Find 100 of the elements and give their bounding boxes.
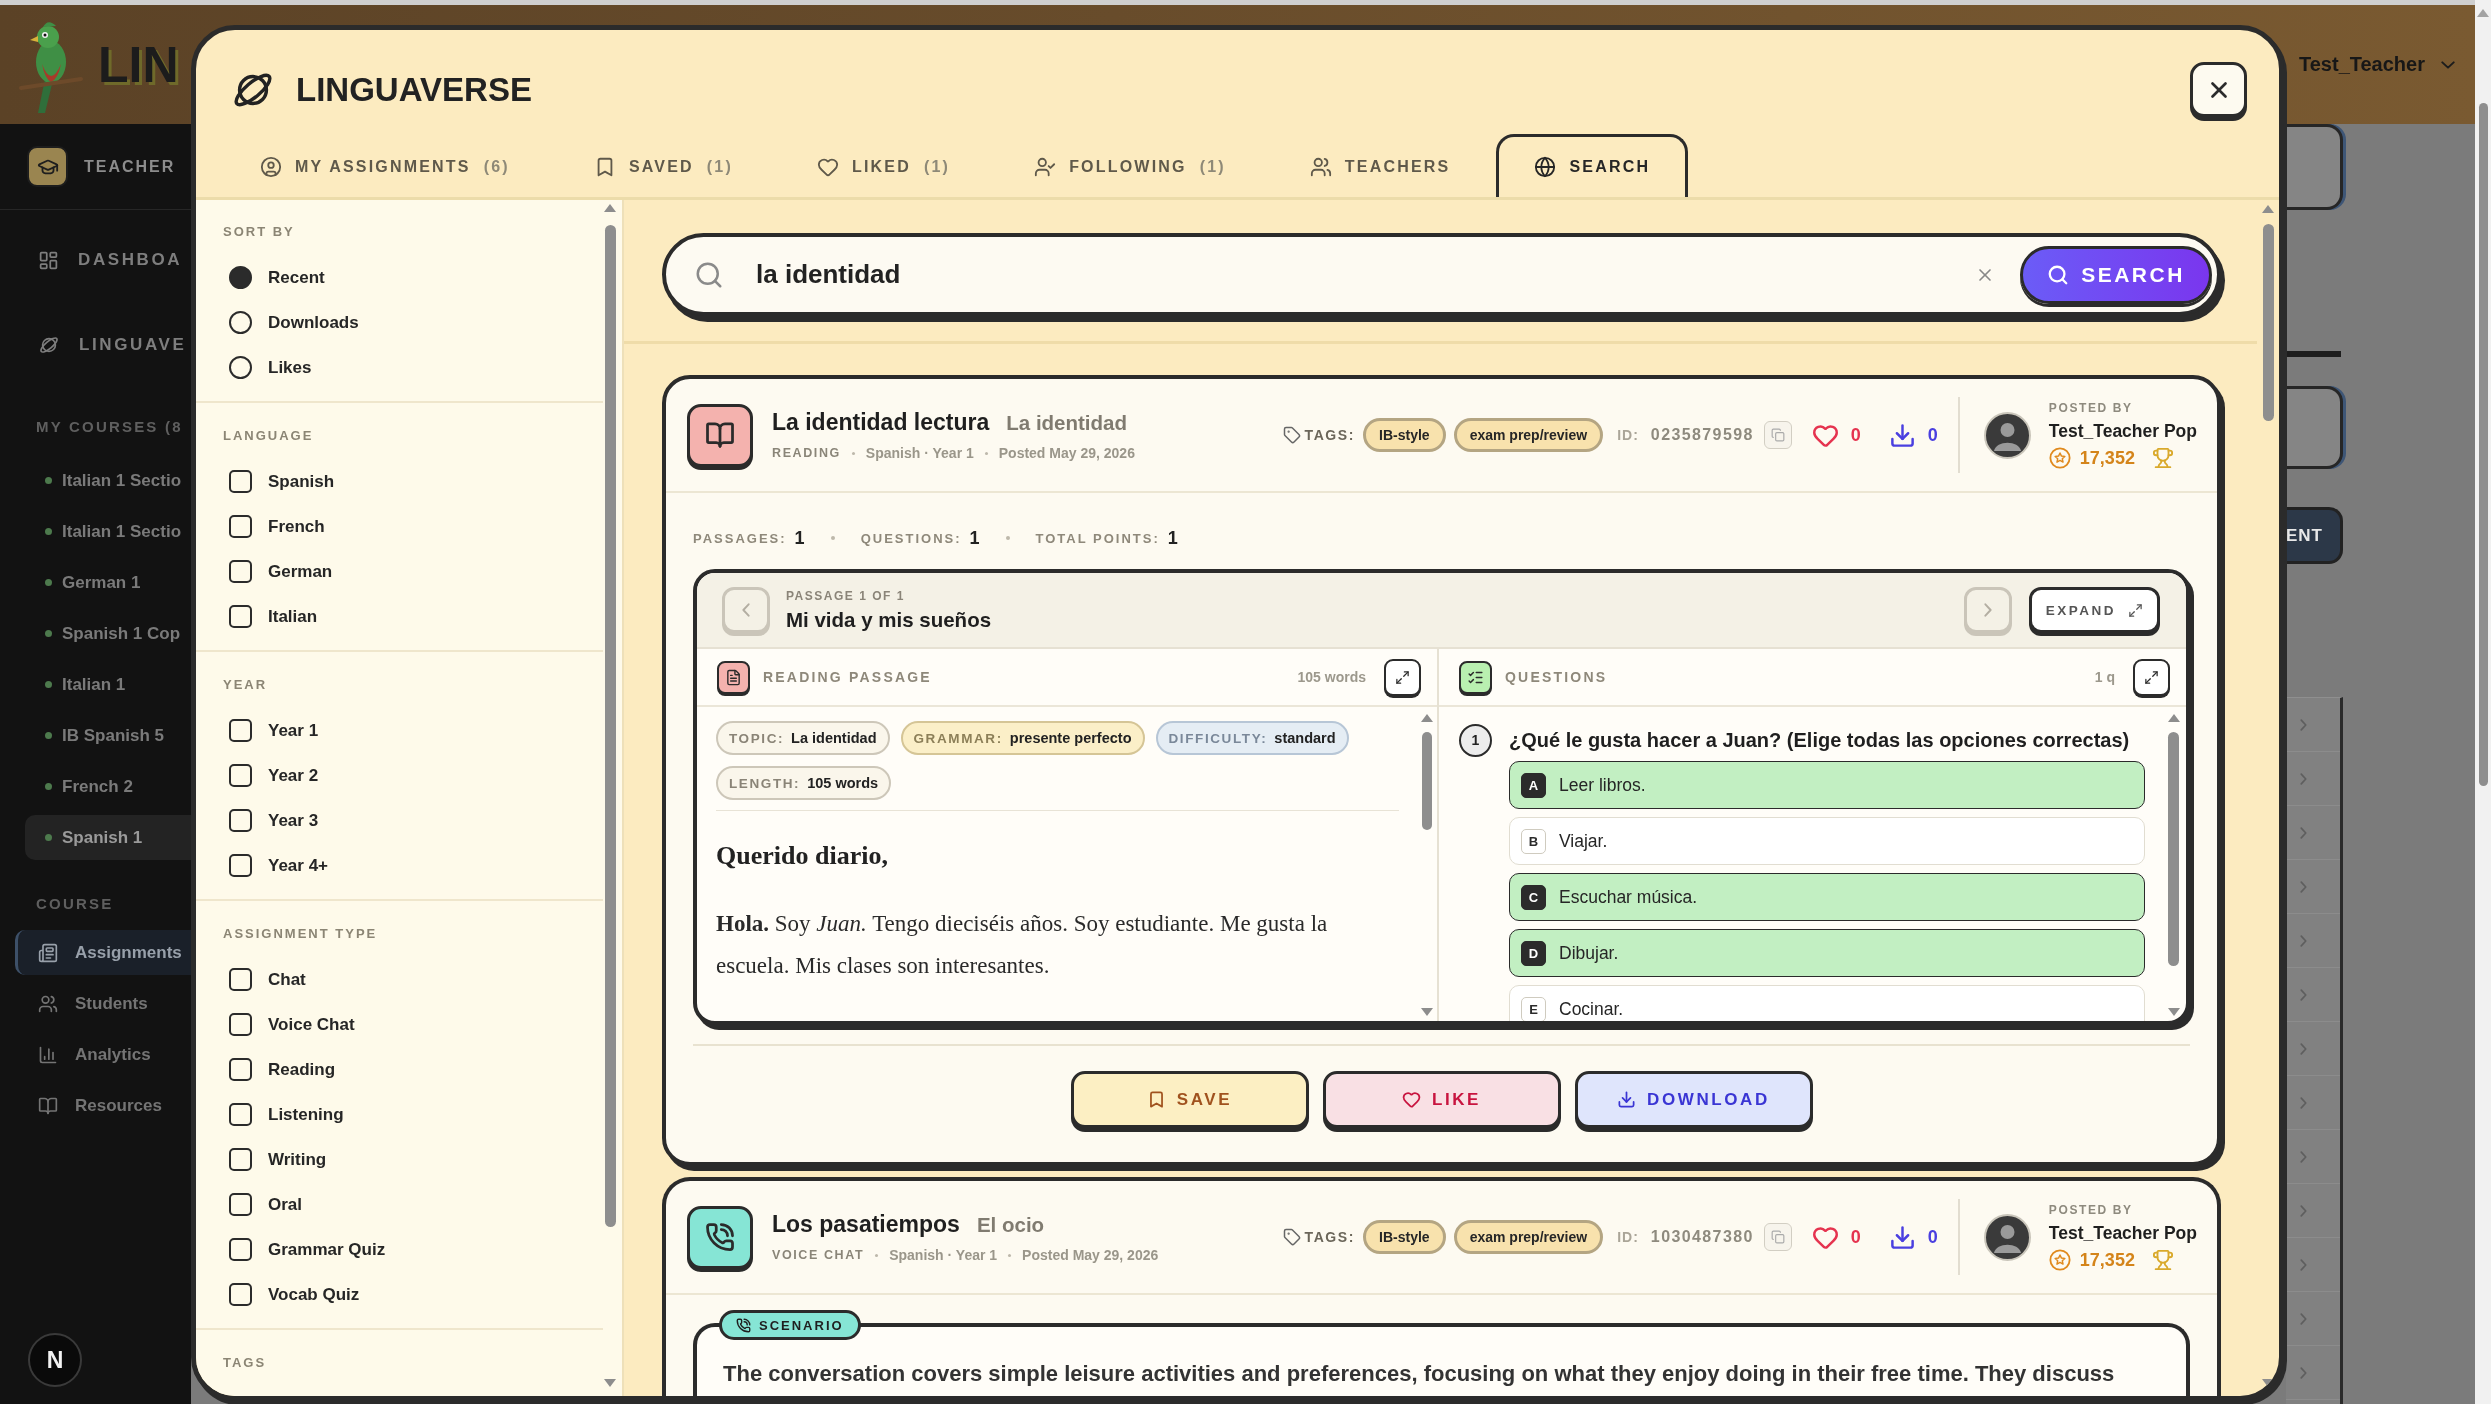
author-name[interactable]: Test_Teacher Pop <box>2048 1223 2197 1244</box>
expand-button[interactable]: EXPAND <box>2028 587 2160 633</box>
checkbox[interactable] <box>229 1058 252 1081</box>
filter-option-label[interactable]: Grammar Quiz <box>268 1239 386 1260</box>
checkbox[interactable] <box>229 560 252 583</box>
chevron-right-icon[interactable] <box>2300 772 2307 785</box>
course-item[interactable]: Italian 1 Sectio <box>25 509 191 554</box>
chevron-right-icon[interactable] <box>2300 1096 2307 1109</box>
chevron-right-icon[interactable] <box>2300 1258 2307 1271</box>
copy-button[interactable] <box>1763 1223 1792 1251</box>
course-item[interactable]: German 1 <box>25 560 191 605</box>
chevron-right-icon[interactable] <box>2300 826 2307 839</box>
course-item[interactable]: Italian 1 Sectio <box>25 458 191 503</box>
filter-option-label[interactable]: Italian <box>268 606 318 627</box>
checkbox[interactable] <box>229 764 252 787</box>
action-button[interactable]: ENT <box>2286 507 2343 564</box>
chevron-right-icon[interactable] <box>2300 1204 2307 1217</box>
avatar[interactable] <box>1983 1213 2031 1261</box>
radio-button[interactable] <box>229 356 252 379</box>
checkbox[interactable] <box>229 854 252 877</box>
chevron-right-icon[interactable] <box>2300 1366 2307 1379</box>
assignment-title[interactable]: Los pasatiempos <box>772 1211 960 1238</box>
search-input[interactable]: la identidad <box>756 259 1975 290</box>
nav-item[interactable]: DASHBOA <box>0 235 191 285</box>
scroll-up-icon[interactable] <box>2262 205 2274 213</box>
tab[interactable]: FOLLOWING (1) <box>996 134 1264 197</box>
chevron-right-icon[interactable] <box>2300 1150 2307 1163</box>
filter-option-label[interactable]: Voice Chat <box>268 1014 355 1035</box>
chevron-right-icon[interactable] <box>2300 1042 2307 1055</box>
tab[interactable]: SEARCH <box>1496 134 1689 197</box>
checkbox[interactable] <box>229 515 252 538</box>
scroll-up-icon[interactable] <box>2477 9 2489 17</box>
search-button[interactable]: SEARCH <box>2020 245 2212 304</box>
course-item[interactable]: Italian 1 <box>25 662 191 707</box>
scroll-up-icon[interactable] <box>1421 714 1433 722</box>
tab[interactable]: LIKED (1) <box>778 134 989 197</box>
expand-button[interactable] <box>2133 658 2170 696</box>
expand-button[interactable] <box>1384 658 1421 696</box>
chevron-right-icon[interactable] <box>2300 718 2307 731</box>
checkbox[interactable] <box>229 968 252 991</box>
tab[interactable]: SAVED (1) <box>555 134 771 197</box>
filter-option-label[interactable]: Chat <box>268 969 306 990</box>
radio-button[interactable] <box>229 266 252 289</box>
copy-button[interactable] <box>1763 421 1792 449</box>
scrollbar-thumb[interactable] <box>2168 732 2179 966</box>
author-name[interactable]: Test_Teacher Pop <box>2048 421 2197 442</box>
filter-option-label[interactable]: Year 4+ <box>268 855 329 876</box>
radio-button[interactable] <box>229 311 252 334</box>
filter-option-label[interactable]: Year 3 <box>268 810 319 831</box>
filter-option-label[interactable]: Likes <box>268 357 312 378</box>
checkbox[interactable] <box>229 1103 252 1126</box>
checkbox[interactable] <box>229 1283 252 1306</box>
filter-option-label[interactable]: Recent <box>268 267 325 288</box>
filter-option-label[interactable]: Vocab Quiz <box>268 1284 360 1305</box>
course-nav-item[interactable]: Resources <box>15 1083 191 1128</box>
checkbox[interactable] <box>229 809 252 832</box>
avatar[interactable] <box>1983 411 2031 459</box>
scrollbar-thumb[interactable] <box>604 225 616 1227</box>
chevron-right-icon[interactable] <box>2300 1312 2307 1325</box>
filter-option-label[interactable]: Downloads <box>268 312 359 333</box>
course-item[interactable]: Spanish 1 Cop <box>25 611 191 656</box>
chevron-right-icon[interactable] <box>2300 880 2307 893</box>
scroll-up-icon[interactable] <box>2167 714 2180 722</box>
filter-option-label[interactable]: Reading <box>268 1059 336 1080</box>
checkbox[interactable] <box>229 605 252 628</box>
checkbox[interactable] <box>229 1238 252 1261</box>
scroll-down-icon[interactable] <box>2262 1379 2274 1387</box>
tag-chip[interactable]: IB-style <box>1363 1220 1446 1254</box>
checkbox[interactable] <box>229 1013 252 1036</box>
course-nav-item[interactable]: Analytics <box>15 1032 191 1077</box>
scrollbar-thumb[interactable] <box>1422 732 1432 830</box>
tab[interactable]: TEACHERS <box>1271 134 1489 197</box>
download-icon[interactable] <box>1888 1223 1916 1251</box>
filter-option-label[interactable]: Writing <box>268 1149 327 1170</box>
filter-option-label[interactable]: Year 2 <box>268 765 319 786</box>
filter-option-label[interactable]: Oral <box>268 1194 303 1215</box>
tag-chip[interactable]: IB-style <box>1363 418 1446 452</box>
course-item[interactable]: French 2 <box>25 764 191 809</box>
course-item[interactable]: Spanish 1 <box>25 815 191 860</box>
scrollbar-thumb[interactable] <box>2478 103 2488 786</box>
chevron-right-icon[interactable] <box>2300 988 2307 1001</box>
filter-option-label[interactable]: Listening <box>268 1104 344 1125</box>
filter-option-label[interactable]: Year 1 <box>268 720 319 741</box>
checkbox[interactable] <box>229 1148 252 1171</box>
nav-item[interactable]: LINGUAVE <box>0 320 191 370</box>
checkbox[interactable] <box>229 1193 252 1216</box>
course-item[interactable]: IB Spanish 5 <box>25 713 191 758</box>
course-nav-item[interactable]: Assignments <box>15 930 191 975</box>
filter-option-label[interactable]: French <box>268 516 325 537</box>
tab[interactable]: MY ASSIGNMENTS (6) <box>222 134 548 197</box>
checkbox[interactable] <box>229 470 252 493</box>
checkbox[interactable] <box>229 719 252 742</box>
chevron-right-icon[interactable] <box>2300 934 2307 947</box>
filter-option-label[interactable]: German <box>268 561 333 582</box>
tag-chip[interactable]: exam prep/review <box>1453 418 1604 452</box>
initial-badge[interactable]: N <box>28 1333 82 1387</box>
assignment-title[interactable]: La identidad lectura <box>772 409 990 436</box>
filter-option-label[interactable]: Spanish <box>268 471 335 492</box>
download-icon[interactable] <box>1888 421 1916 449</box>
scroll-up-icon[interactable] <box>604 204 616 212</box>
